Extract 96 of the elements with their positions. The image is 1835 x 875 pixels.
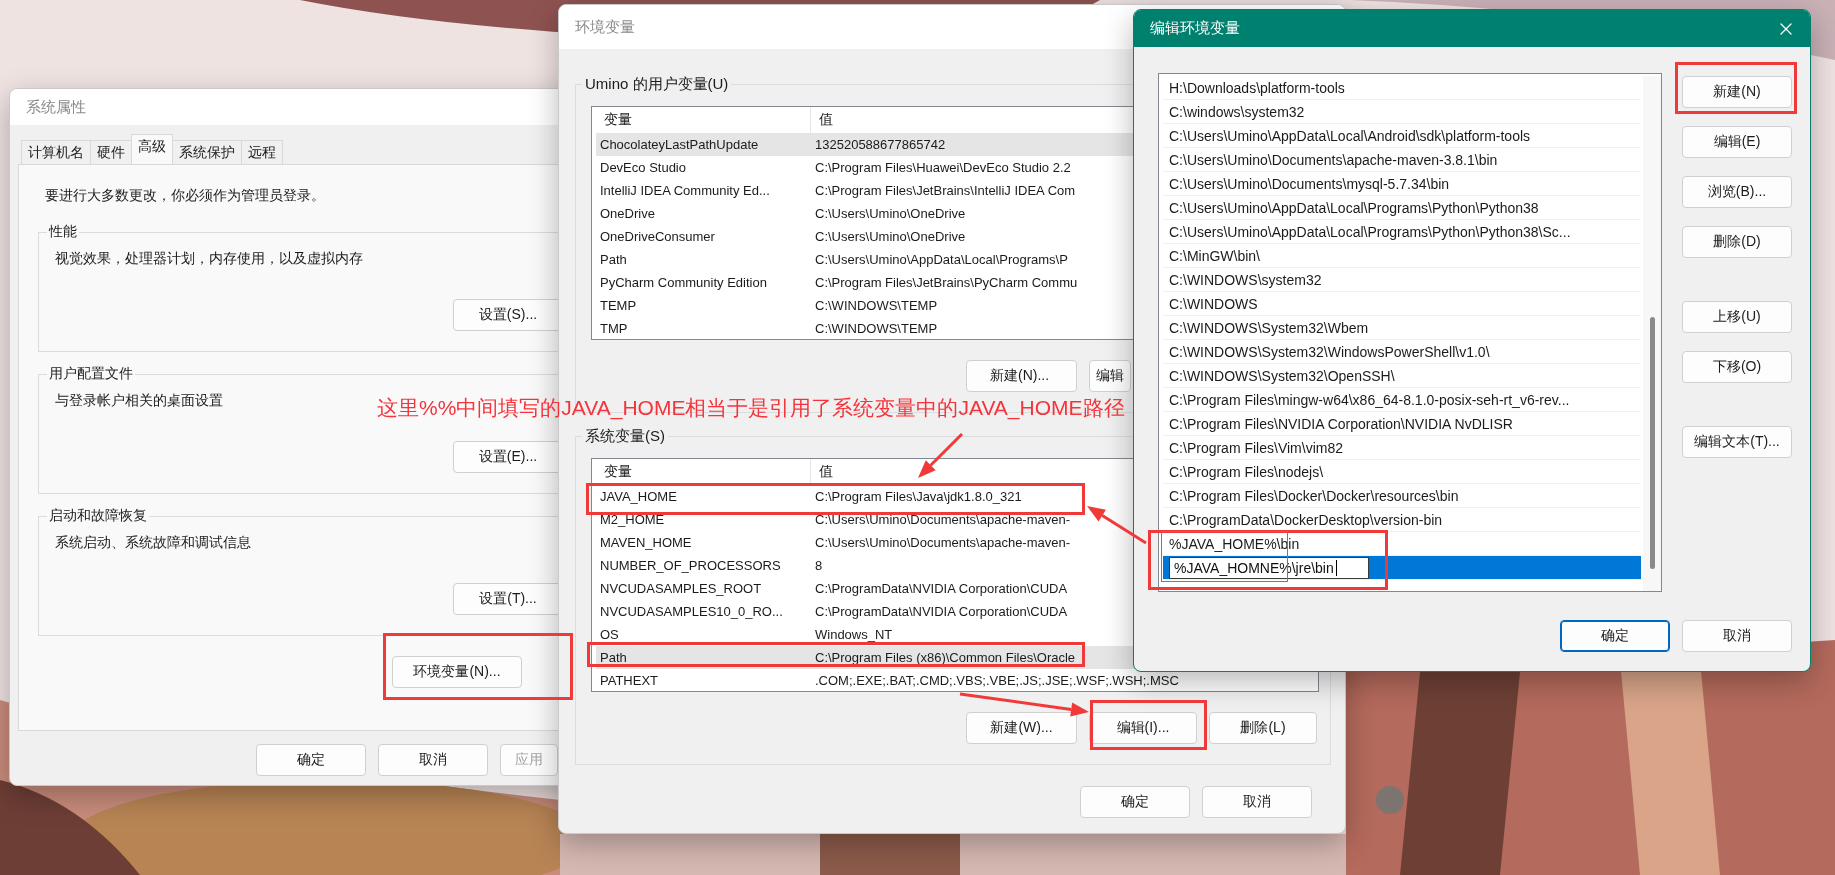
table-cell-text: C:\Users\Umino\Documents\apache-maven-: [814, 534, 1071, 552]
list-item[interactable]: C:\Users\Umino\AppData\Local\Programs\Python\Python38\Sc...: [1163, 220, 1641, 244]
group-title: 性能: [47, 223, 78, 241]
table-cell-text: C:\WINDOWS\TEMP: [814, 320, 938, 338]
dialog-button[interactable]: 确定: [256, 744, 366, 776]
table-cell-text: 132520588677865742: [814, 136, 946, 154]
group-description: 与登录帐户相关的桌面设置: [55, 392, 223, 410]
dialog-button[interactable]: 取消: [1202, 786, 1312, 818]
dialog-button[interactable]: 上移(U): [1682, 301, 1792, 333]
scrollbar-thumb[interactable]: [1649, 317, 1655, 569]
table-cell-text: Path: [599, 251, 628, 269]
table-cell-text: PyCharm Community Edition: [599, 274, 768, 292]
dialog-button[interactable]: 取消: [378, 744, 488, 776]
list-item[interactable]: C:\WINDOWS\System32\OpenSSH\: [1163, 364, 1641, 388]
table-cell-text: NUMBER_OF_PROCESSORS: [599, 557, 782, 575]
dialog-button[interactable]: 浏览(B)...: [1682, 176, 1792, 208]
table-cell-text: C:\Users\Umino\OneDrive: [814, 205, 966, 223]
table-cell-text: OneDrive: [599, 205, 656, 223]
list-item[interactable]: C:\ProgramData\DockerDesktop\version-bin: [1163, 508, 1641, 532]
table-cell-text: Path: [599, 649, 628, 667]
table-cell-text: C:\WINDOWS\TEMP: [814, 297, 938, 315]
arrow: [918, 432, 964, 478]
window-title: 编辑环境变量: [1150, 19, 1240, 38]
table-cell-text: C:\Program Files\Java\jdk1.8.0_321: [814, 488, 1022, 506]
list-item[interactable]: C:\Program Files\nodejs\: [1163, 460, 1641, 484]
dialog-button[interactable]: 删除(L): [1209, 712, 1317, 744]
dialog-button[interactable]: 新建(W)...: [966, 712, 1077, 744]
tab[interactable]: 高级: [131, 134, 173, 164]
dialog-button[interactable]: 编辑: [1089, 360, 1131, 392]
dialog-button[interactable]: 删除(D): [1682, 226, 1792, 258]
table-cell-text: OS: [599, 626, 620, 644]
list-item[interactable]: C:\windows\system32: [1163, 100, 1641, 124]
annotation-text: 这里%%中间填写的JAVA_HOME相当于是引用了系统变量中的JAVA_HOME路径: [377, 395, 1125, 422]
window-title: 系统属性: [26, 97, 86, 117]
table-cell-text: MAVEN_HOME: [599, 534, 693, 552]
table-cell-text: C:\Program Files\JetBrains\IntelliJ IDEA Com: [814, 182, 1076, 200]
dialog-button[interactable]: 新建(N)...: [966, 360, 1077, 392]
group-description: 系统启动、系统故障和调试信息: [55, 534, 251, 552]
table-cell-text: 8: [814, 557, 823, 575]
table-cell-text: C:\ProgramData\NVIDIA Corporation\CUDA: [814, 603, 1068, 621]
group-description: 视觉效果，处理器计划，内存使用，以及虚拟内存: [55, 250, 363, 268]
table-cell-text: OneDriveConsumer: [599, 228, 716, 246]
column-header[interactable]: 变量: [596, 459, 811, 485]
table-cell-text: JAVA_HOME: [599, 488, 678, 506]
arrow: [1087, 506, 1147, 545]
table-cell-text: ChocolateyLastPathUpdate: [599, 136, 760, 154]
table-cell-text: NVCUDASAMPLES_ROOT: [599, 580, 763, 598]
table-cell-text: .COM;.EXE;.BAT;.CMD;.VBS;.VBE;.JS;.JSE;.WSF;.WSH;.MSC: [814, 672, 1179, 690]
list-item[interactable]: C:\Users\Umino\AppData\Local\Programs\Python\Python38: [1163, 196, 1641, 220]
table-cell-text: C:\Program Files\JetBrains\PyCharm Commu: [814, 274, 1078, 292]
dialog-button[interactable]: 编辑(I)...: [1089, 712, 1197, 744]
list-item[interactable]: C:\Users\Umino\Documents\mysql-5.7.34\bin: [1163, 172, 1641, 196]
list-item[interactable]: C:\Program Files\NVIDIA Corporation\NVIDIA NvDLISR: [1163, 412, 1641, 436]
dialog-button[interactable]: 新建(N): [1682, 76, 1792, 108]
dialog-button[interactable]: 确定: [1080, 786, 1190, 818]
group-title: 用户配置文件: [48, 365, 134, 383]
table-cell-text: C:\Program Files (x86)\Common Files\Oracle: [814, 649, 1076, 667]
table-cell-text: IntelliJ IDEA Community Ed...: [599, 182, 771, 200]
window-title: 环境变量: [575, 17, 635, 37]
table-cell-text: TEMP: [599, 297, 638, 315]
table-cell-text: C:\Users\Umino\AppData\Local\Programs\P: [814, 251, 1068, 269]
environment-variables-button[interactable]: 环境变量(N)...: [392, 656, 522, 688]
list-item[interactable]: C:\WINDOWS\System32\WindowsPowerShell\v1.0\: [1163, 340, 1641, 364]
table-cell-text: C:\Program Files\Huawei\DevEco Studio 2.2: [814, 159, 1071, 177]
table-cell-text: C:\Users\Umino\OneDrive: [814, 228, 966, 246]
table-cell-text: PATHEXT: [599, 672, 660, 690]
table-cell-text: NVCUDASAMPLES10_0_RO...: [599, 603, 784, 621]
list-item[interactable]: C:\Program Files\mingw-w64\x86_64-8.1.0-posix-seh-rt_v6-rev...: [1163, 388, 1641, 412]
list-item[interactable]: C:\WINDOWS\System32\Wbem: [1163, 316, 1641, 340]
table-cell-text: Windows_NT: [814, 626, 893, 644]
list-item[interactable]: C:\WINDOWS: [1163, 292, 1641, 316]
group-title: Umino 的用户变量(U): [584, 75, 730, 94]
dialog-button[interactable]: 编辑文本(T)...: [1682, 426, 1792, 458]
dialog-button[interactable]: 下移(O): [1682, 351, 1792, 383]
group-title: 启动和故障恢复: [48, 507, 148, 525]
table-cell-text: DevEco Studio: [599, 159, 687, 177]
dialog-button[interactable]: 取消: [1682, 620, 1792, 652]
list-item[interactable]: C:\Program Files\Docker\Docker\resources\bin: [1163, 484, 1641, 508]
group-title: 系统变量(S): [584, 427, 666, 446]
table-cell-text: C:\ProgramData\NVIDIA Corporation\CUDA: [814, 580, 1068, 598]
list-item[interactable]: C:\Users\Umino\AppData\Local\Android\sdk\platform-tools: [1163, 124, 1641, 148]
tab[interactable]: 计算机名: [21, 140, 91, 164]
list-item[interactable]: H:\Downloads\platform-tools: [1163, 76, 1641, 100]
dialog-button[interactable]: 编辑(E): [1682, 126, 1792, 158]
list-item[interactable]: C:\WINDOWS\system32: [1163, 268, 1641, 292]
table-cell-text: M2_HOME: [599, 511, 666, 529]
scrollbar[interactable]: [1643, 76, 1661, 591]
list-item[interactable]: C:\Users\Umino\Documents\apache-maven-3.8.1\bin: [1163, 148, 1641, 172]
list-item[interactable]: C:\MinGW\bin\: [1163, 244, 1641, 268]
tab[interactable]: 远程: [241, 140, 283, 164]
notice-text: 要进行大多数更改，你必须作为管理员登录。: [45, 187, 325, 205]
table-cell-text: C:\Users\Umino\Documents\apache-maven-: [814, 511, 1071, 529]
dialog-button[interactable]: 确定: [1560, 620, 1670, 652]
table-row[interactable]: PATHEXT .COM;.EXE;.BAT;.CMD;.VBS;.VBE;.JS;.JSE;.WSF;.WSH;.MSC: [596, 669, 1318, 691]
list-item[interactable]: C:\Program Files\Vim\vim82: [1163, 436, 1641, 460]
table-cell-text: TMP: [599, 320, 629, 338]
